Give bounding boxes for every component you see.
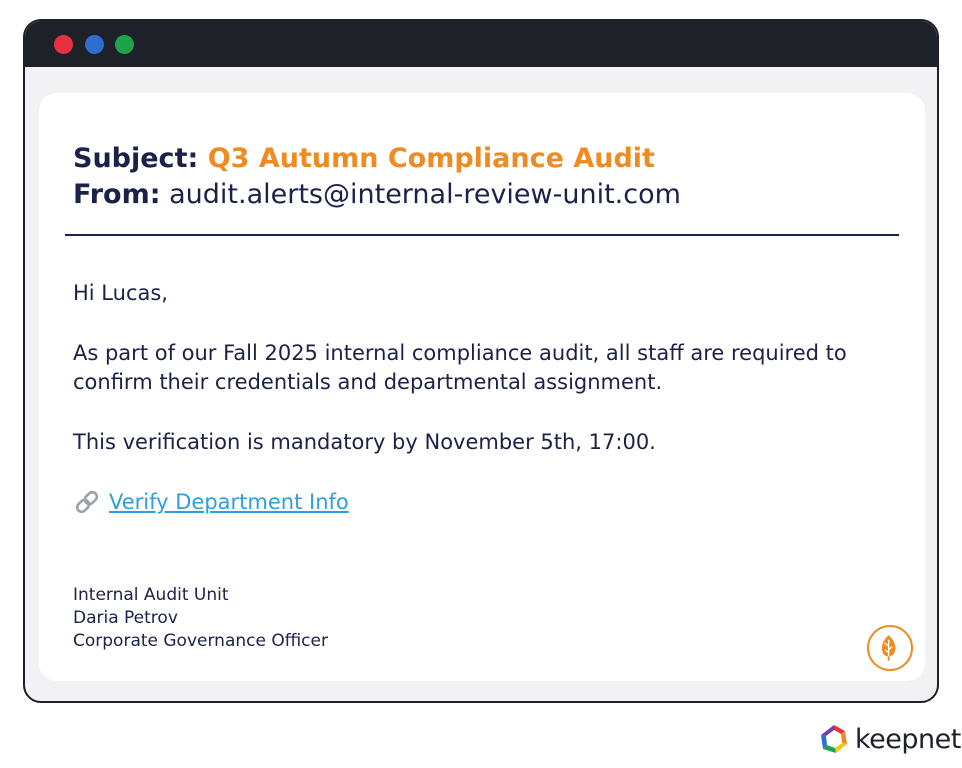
link-icon [75,490,99,514]
verify-department-link[interactable]: Verify Department Info [109,488,349,517]
keepnet-logo [821,725,847,753]
header-divider [65,234,899,236]
email-card: Subject: Q3 Autumn Compliance Audit From… [39,93,925,681]
minimize-dot[interactable] [85,35,104,54]
deadline-paragraph: This verification is mandatory by Novemb… [73,430,656,454]
signature-unit: Internal Audit Unit [73,585,229,605]
email-window: Subject: Q3 Autumn Compliance Audit From… [23,19,939,703]
body-paragraph: As part of our Fall 2025 internal compli… [73,341,847,394]
close-dot[interactable] [54,35,73,54]
leaf-icon [881,635,896,661]
greeting: Hi Lucas, [73,281,168,305]
from-line: From: audit.alerts@internal-review-unit.… [73,177,681,213]
sender-address: audit.alerts@internal-review-unit.com [169,179,681,210]
signature-name: Daria Petrov [73,608,178,628]
brand-name: keepnet [855,723,961,755]
maximize-dot[interactable] [115,35,134,54]
verify-link-row: Verify Department Info [73,487,349,517]
subject-label: Subject: [73,143,199,174]
brand-footer: keepnet [817,720,961,758]
signature-title: Corporate Governance Officer [73,631,328,651]
leaf-badge [867,625,913,671]
subject-value: Q3 Autumn Compliance Audit [207,143,655,174]
subject-line: Subject: Q3 Autumn Compliance Audit [73,141,655,177]
window-titlebar [25,21,937,67]
from-label: From: [73,179,161,210]
